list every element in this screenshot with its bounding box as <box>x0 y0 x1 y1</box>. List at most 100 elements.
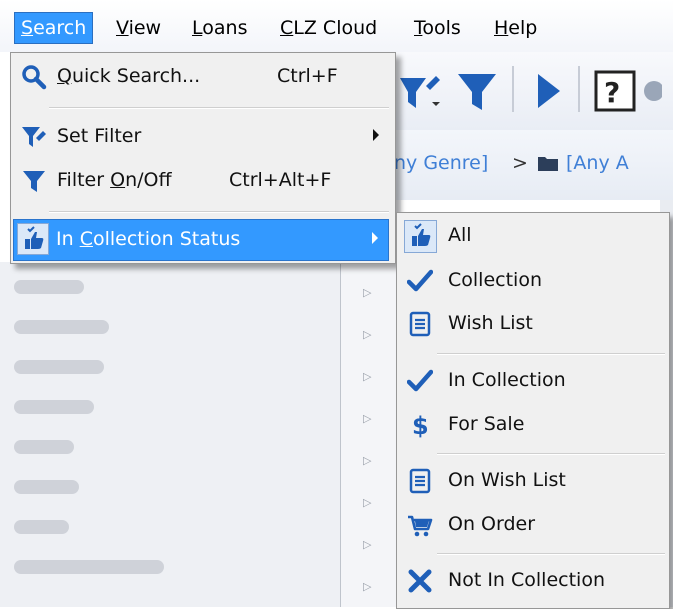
cross-icon <box>407 568 433 594</box>
menu-loans-label: oans <box>202 17 248 39</box>
breadcrumb: ny Genre] > [Any A <box>388 130 673 200</box>
status-in-collection-label: In Collection <box>448 369 566 391</box>
status-on-wish-list-item[interactable]: On Wish List <box>400 461 662 501</box>
status-wish-list-item[interactable]: Wish List <box>400 304 662 344</box>
blurred-row <box>14 280 84 294</box>
status-in-collection-item[interactable]: In Collection <box>400 361 662 401</box>
breadcrumb-genre[interactable]: ny Genre] <box>394 152 488 174</box>
menu-search[interactable]: Search <box>14 12 94 44</box>
blurred-row <box>14 400 94 414</box>
quick-search-item[interactable]: Quick Search... Ctrl+F <box>15 57 389 97</box>
quick-search-rest: uick Search... <box>71 65 201 87</box>
menu-view-accel: V <box>116 17 129 39</box>
status-collection-item[interactable]: Collection <box>400 261 662 301</box>
status-wish-list-label: Wish List <box>448 312 533 334</box>
in-collection-status-label: In Collection Status <box>56 228 240 250</box>
toolbar-separator <box>512 66 514 112</box>
in-collection-status-rest: ollection Status <box>92 228 241 250</box>
funnel-icon[interactable] <box>454 68 500 119</box>
menu-clz-cloud-label: LZ Cloud <box>293 17 378 39</box>
status-on-order-label: On Order <box>448 513 536 535</box>
filter-icon <box>21 168 47 194</box>
expand-arrow-icon[interactable]: ▷ <box>363 328 371 341</box>
folder-icon <box>538 154 558 176</box>
list-icon <box>407 468 433 494</box>
breadcrumb-next[interactable]: [Any A <box>566 152 629 174</box>
expand-arrow-icon[interactable]: ▷ <box>363 454 371 467</box>
quick-search-label: Quick Search... <box>57 65 200 87</box>
collection-status-submenu: All Collection Wish List In Collection $… <box>396 212 670 609</box>
dollar-icon: $ <box>407 412 433 440</box>
blurred-row <box>14 320 109 334</box>
menu-separator <box>437 453 665 455</box>
expand-arrow-icon[interactable]: ▷ <box>363 286 371 299</box>
expand-arrow-icon[interactable]: ▷ <box>363 580 371 593</box>
filter-onoff-label: Filter On/Off <box>57 169 172 191</box>
collection-hand-icon <box>404 220 437 253</box>
set-filter-label: Set Filter <box>57 125 142 147</box>
help-book-icon[interactable]: ? <box>592 68 664 119</box>
menu-separator <box>49 107 389 109</box>
menu-separator <box>437 353 665 355</box>
main-toolbar: ? <box>388 52 673 131</box>
expand-arrow-icon[interactable]: ▷ <box>363 538 371 551</box>
breadcrumb-separator: > <box>512 152 528 174</box>
status-not-in-collection-item[interactable]: Not In Collection <box>400 561 662 601</box>
menu-help[interactable]: Help <box>488 12 543 44</box>
in-collection-status-accel: C <box>79 228 93 250</box>
menu-separator <box>49 211 389 213</box>
filter-onoff-item[interactable]: Filter On/Off Ctrl+Alt+F <box>15 161 389 201</box>
blurred-row <box>14 440 74 454</box>
menu-view[interactable]: View <box>110 12 167 44</box>
toolbar-separator <box>578 66 580 112</box>
menu-search-label: earch <box>33 17 87 39</box>
status-for-sale-item[interactable]: $ For Sale <box>400 405 662 445</box>
in-collection-status-item[interactable]: In Collection Status <box>13 219 389 261</box>
menu-help-label: elp <box>508 17 538 39</box>
menu-tools[interactable]: Tools <box>408 12 467 44</box>
status-not-in-collection-label: Not In Collection <box>448 569 605 591</box>
checkmark-icon <box>406 268 434 294</box>
checkmark-icon <box>406 368 434 394</box>
menu-view-label: iew <box>128 17 162 39</box>
expand-arrow-icon[interactable]: ▷ <box>363 412 371 425</box>
quick-search-shortcut: Ctrl+F <box>277 65 338 87</box>
status-for-sale-label: For Sale <box>448 413 525 435</box>
blurred-row <box>14 360 104 374</box>
blurred-tree-panel <box>0 262 340 607</box>
search-menu: Quick Search... Ctrl+F Set Filter Filter… <box>10 52 396 264</box>
blurred-row <box>14 520 69 534</box>
menu-loans[interactable]: Loans <box>186 12 253 44</box>
edit-filter-icon[interactable] <box>396 68 442 119</box>
menu-help-accel: H <box>494 17 509 39</box>
set-filter-item[interactable]: Set Filter <box>15 117 389 157</box>
filter-onoff-shortcut: Ctrl+Alt+F <box>229 169 332 191</box>
filter-onoff-rest: n/Off <box>125 169 172 191</box>
menu-tools-label: ools <box>422 17 461 39</box>
status-all-item[interactable]: All <box>400 216 662 256</box>
svg-text:$: $ <box>412 412 429 438</box>
submenu-arrow-icon <box>373 129 379 141</box>
play-icon[interactable] <box>528 68 568 119</box>
in-collection-status-pre: In <box>56 228 80 250</box>
status-collection-label: Collection <box>448 269 542 291</box>
quick-search-accel: Q <box>57 65 72 87</box>
collection-hand-icon <box>17 223 49 255</box>
menu-clz-cloud[interactable]: CLZ Cloud <box>274 12 383 44</box>
svg-text:?: ? <box>604 76 620 109</box>
menu-clz-cloud-accel: C <box>280 17 294 39</box>
blurred-row <box>14 560 164 574</box>
cart-icon <box>407 512 433 538</box>
status-on-order-item[interactable]: On Order <box>400 505 662 545</box>
menu-bar: Search View Loans CLZ Cloud Tools Help <box>0 0 673 52</box>
magnifier-icon <box>21 64 47 90</box>
blurred-row <box>14 480 79 494</box>
expand-arrow-icon[interactable]: ▷ <box>363 370 371 383</box>
menu-search-accel: S <box>21 17 34 39</box>
filter-edit-icon <box>21 124 47 150</box>
status-all-label: All <box>448 224 472 246</box>
filter-onoff-pre: Filter <box>57 169 111 191</box>
expand-arrow-icon[interactable]: ▷ <box>363 496 371 509</box>
list-icon <box>407 311 433 337</box>
filter-onoff-accel: O <box>110 169 126 191</box>
